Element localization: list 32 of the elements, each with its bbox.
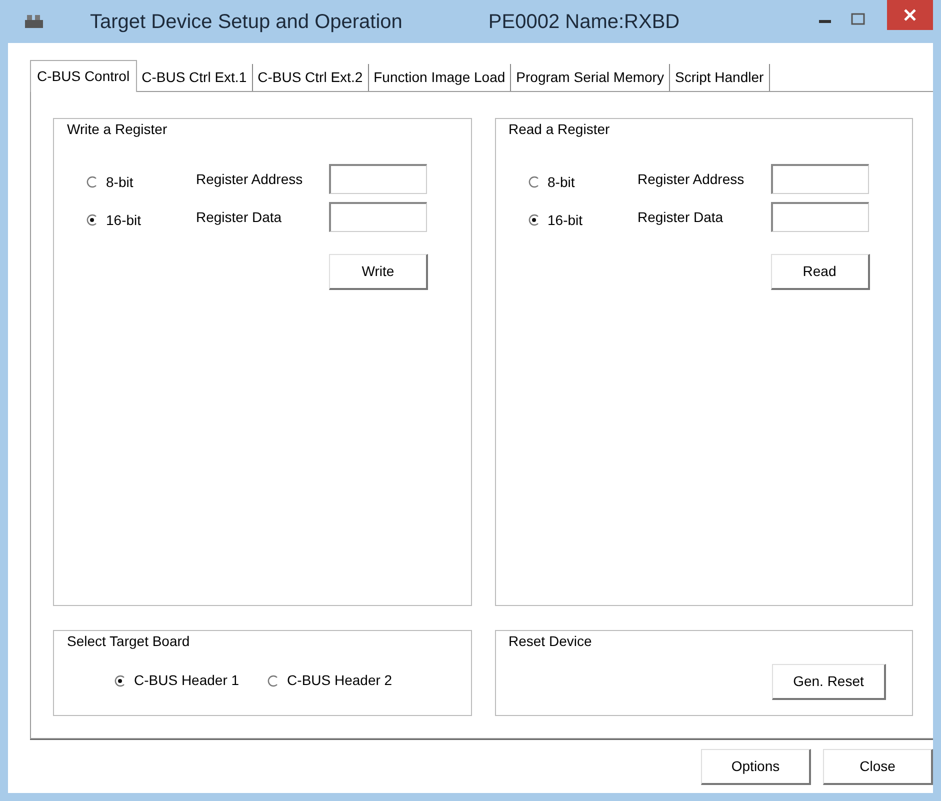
dialog-button[interactable]: Close — [823, 749, 933, 785]
radio-label: 8-bit — [106, 172, 134, 192]
radio-button[interactable] — [528, 214, 540, 226]
radio-label: 8-bit — [548, 172, 575, 192]
action-button[interactable]: Write — [329, 254, 428, 290]
radio-button[interactable] — [267, 674, 280, 686]
tab[interactable]: C-BUS Control — [30, 60, 137, 92]
radio-label: 16-bit — [106, 210, 142, 230]
device-name: PE0002 Name:RXBD — [488, 10, 680, 34]
field-label: Register Data — [638, 208, 724, 227]
minimize-icon[interactable] — [819, 20, 831, 24]
radio-button[interactable] — [528, 176, 540, 188]
radio-button[interactable] — [86, 176, 98, 188]
field-label: Register Address — [638, 170, 746, 189]
input-field[interactable] — [770, 164, 868, 194]
maximize-icon[interactable] — [851, 13, 865, 25]
field-label: Register Address — [196, 170, 304, 189]
action-button[interactable]: Read — [770, 254, 870, 290]
input-field[interactable] — [329, 164, 427, 194]
dialog-button[interactable]: Options — [701, 749, 811, 785]
reset-button[interactable]: Gen. Reset — [772, 664, 886, 700]
close-icon[interactable] — [887, 0, 933, 30]
radio-label: C-BUS Header 1 — [134, 671, 240, 690]
window-title: Target Device Setup and Operation — [90, 10, 402, 34]
radio-label: 16-bit — [548, 210, 583, 230]
input-field[interactable] — [329, 202, 427, 232]
radio-label: C-BUS Header 2 — [287, 671, 392, 690]
input-field[interactable] — [770, 202, 868, 232]
radio-button[interactable] — [114, 674, 126, 686]
field-label: Register Data — [196, 208, 283, 227]
app-icon — [24, 14, 44, 30]
radio-button[interactable] — [86, 214, 98, 226]
